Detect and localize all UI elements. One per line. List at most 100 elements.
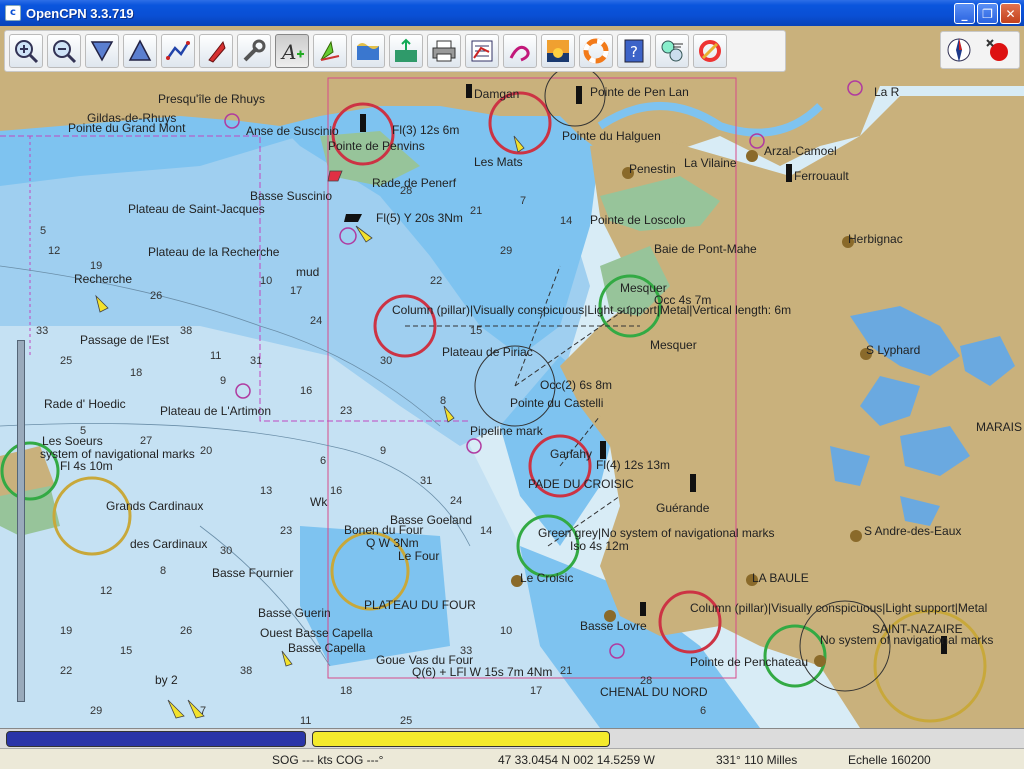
depth-sounding: 22: [60, 665, 73, 677]
lifebuoy-button[interactable]: [579, 34, 613, 68]
depth-sounding: 15: [470, 325, 483, 337]
depth-sounding: 23: [280, 525, 293, 537]
app-icon: c: [5, 5, 21, 21]
place-label: Pipeline mark: [470, 424, 543, 438]
status-bar: SOG --- kts COG ---° 47 33.0454 N 002 14…: [0, 748, 1024, 769]
current-button[interactable]: [313, 34, 347, 68]
place-label: Pointe de Penvins: [328, 139, 425, 153]
zoom-in-icon: [15, 40, 39, 64]
depth-sounding: 14: [560, 215, 573, 227]
piano-key-chart-1[interactable]: [6, 731, 306, 747]
depth-sounding: 10: [260, 275, 273, 287]
depth-sounding: 8: [160, 565, 167, 577]
place-label: Les Soeurs: [42, 434, 103, 448]
color-scheme-button[interactable]: [541, 34, 575, 68]
depth-sounding: 31: [420, 475, 433, 487]
light-label: Q W 3Nm: [366, 536, 419, 550]
depth-sounding: 26: [150, 290, 163, 302]
bearing-distance-readout: 331° 110 Milles: [716, 753, 798, 767]
compass-widget[interactable]: [940, 31, 1020, 69]
place-label: Garlahy: [550, 447, 593, 461]
place-label: Ouest Basse Capella: [260, 626, 373, 640]
depth-sounding: 10: [500, 625, 513, 637]
place-label: Basse Fournier: [212, 566, 294, 580]
help-button[interactable]: ?: [617, 34, 651, 68]
piano-key-chart-2[interactable]: [312, 731, 610, 747]
color-scheme-icon: [547, 40, 569, 62]
place-label: Presqu'île de Rhuys: [158, 92, 266, 106]
place-label: Arzal-Camoel: [764, 144, 837, 158]
depth-sounding: 7: [520, 195, 527, 207]
tide-current-button[interactable]: [389, 34, 423, 68]
depth-sounding: 8: [440, 395, 447, 407]
depth-sounding: 21: [470, 205, 483, 217]
settings-button[interactable]: [237, 34, 271, 68]
depth-sounding: 16: [330, 485, 343, 497]
depth-sounding: 18: [340, 685, 353, 697]
depth-sounding: 17: [290, 285, 303, 297]
svg-text:A: A: [280, 40, 296, 64]
tide-button[interactable]: [351, 34, 385, 68]
depth-sounding: 29: [90, 705, 103, 717]
depth-sounding: 9: [220, 375, 227, 387]
scale-up-button[interactable]: [123, 34, 157, 68]
depth-sounding: 30: [380, 355, 393, 367]
depth-sounding: 23: [340, 405, 353, 417]
route-manager-button[interactable]: [465, 34, 499, 68]
depth-sounding: 28: [400, 185, 413, 197]
light-label: system of navigational marks: [40, 447, 195, 461]
light-label: Column (pillar)|Visually conspicuous|Lig…: [690, 601, 988, 615]
track-button[interactable]: [503, 34, 537, 68]
sog-cog-readout: SOG --- kts COG ---°: [272, 753, 384, 767]
grib-icon: [661, 40, 683, 62]
zoom-out-button[interactable]: [47, 34, 81, 68]
scale-down-button[interactable]: [85, 34, 119, 68]
window-controls: _ ❐ ✕: [954, 3, 1021, 24]
minimize-button[interactable]: _: [954, 3, 975, 24]
place-label: Herbignac: [848, 232, 903, 246]
light-label: Fl 4s 10m: [60, 459, 113, 473]
place-label: PADE DU CROISIC: [528, 477, 634, 491]
place-label: Rade de Penerf: [372, 176, 457, 190]
route-icon: [166, 41, 190, 60]
zoom-slider[interactable]: [17, 340, 25, 702]
depth-sounding: 38: [180, 325, 193, 337]
route-button[interactable]: [161, 34, 195, 68]
grib-button[interactable]: [655, 34, 689, 68]
place-label: Pointe de Penchateau: [690, 655, 809, 669]
depth-sounding: 20: [200, 445, 213, 457]
place-label: Basse Suscinio: [250, 189, 333, 203]
place-label: Le Croisic: [520, 571, 574, 585]
place-label: Recherche: [74, 272, 133, 286]
text-button[interactable]: A: [275, 34, 309, 68]
place-label: Anse de Suscinio: [246, 124, 339, 138]
place-label: Plateau de Saint-Jacques: [128, 202, 265, 216]
depth-sounding: 5: [80, 425, 87, 437]
place-label: Pointe du Halguen: [562, 129, 661, 143]
place-label: S Andre-des-Eaux: [864, 524, 962, 538]
place-label: Damgan: [474, 87, 520, 101]
depth-sounding: 18: [130, 367, 143, 379]
depth-sounding: 15: [120, 645, 133, 657]
depth-sounding: 6: [700, 705, 707, 717]
maximize-button[interactable]: ❐: [977, 3, 998, 24]
depth-sounding: 5: [40, 225, 47, 237]
place-label: PLATEAU DU FOUR: [364, 598, 476, 612]
place-label: Grands Cardinaux: [106, 499, 204, 513]
close-button[interactable]: ✕: [1000, 3, 1021, 24]
place-label: La Vilaine: [684, 156, 737, 170]
depth-sounding: 17: [530, 685, 543, 697]
place-label: Basse Capella: [288, 641, 366, 655]
track-icon: [509, 45, 530, 62]
tide-icon: [357, 43, 379, 60]
depth-sounding: 26: [180, 625, 193, 637]
place-label: Pointe du Grand Mont: [68, 121, 186, 135]
print-button[interactable]: [427, 34, 461, 68]
chart-canvas[interactable]: Presqu'île de Rhuys Gildas-de-Rhuys Poin…: [0, 26, 1024, 728]
ownship-button[interactable]: [199, 34, 233, 68]
depth-sounding: 33: [36, 325, 49, 337]
zoom-in-button[interactable]: [9, 34, 43, 68]
light-label: Fl(3) 12s 6m: [392, 123, 460, 137]
mob-button[interactable]: [693, 34, 727, 68]
cursor-position-readout: 47 33.0454 N 002 14.5259 W: [498, 753, 655, 767]
